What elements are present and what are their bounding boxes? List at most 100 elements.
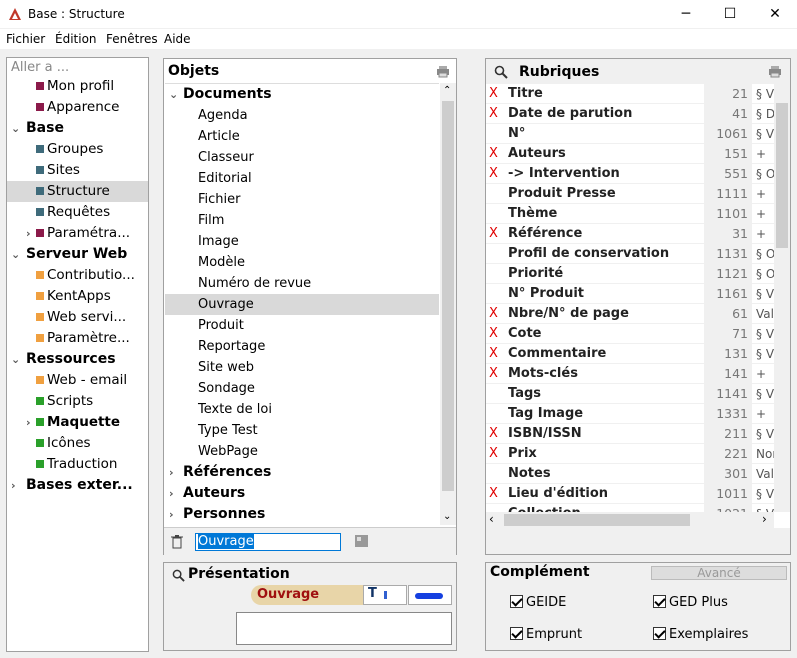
- trash-icon[interactable]: [171, 535, 183, 549]
- nav-item[interactable]: ⌄ Ressources: [7, 349, 148, 370]
- rubrique-row[interactable]: Tags 1141 § V: [486, 384, 774, 404]
- menu-fichier[interactable]: Fichier: [6, 32, 45, 46]
- object-name-field[interactable]: Ouvrage: [195, 533, 341, 551]
- nav-search-input[interactable]: Aller a ...: [9, 59, 146, 77]
- rubrique-row[interactable]: X Mots-clés 141 +: [486, 364, 774, 384]
- chevron-right-icon[interactable]: ›: [26, 412, 31, 433]
- objet-item[interactable]: Modèle: [165, 252, 439, 273]
- search-icon[interactable]: [494, 65, 508, 79]
- rubrique-row[interactable]: X Date de parution 41 § D: [486, 104, 774, 124]
- nav-item[interactable]: Apparence: [7, 97, 148, 118]
- objet-item[interactable]: Sondage: [165, 378, 439, 399]
- objet-item[interactable]: Numéro de revue: [165, 273, 439, 294]
- scroll-thumb[interactable]: [442, 101, 454, 491]
- nav-item[interactable]: Mon profil: [7, 76, 148, 97]
- scroll-thumb[interactable]: [504, 514, 690, 526]
- rubrique-row[interactable]: X Commentaire 131 § V: [486, 344, 774, 364]
- nav-item[interactable]: Traduction: [7, 454, 148, 475]
- rubrique-row[interactable]: X Référence 31 +: [486, 224, 774, 244]
- rubrique-row[interactable]: Profil de conservation 1131 § O: [486, 244, 774, 264]
- text-format-button[interactable]: T: [363, 585, 407, 605]
- presentation-preview-box[interactable]: [236, 612, 452, 645]
- chevron-right-icon[interactable]: ›: [169, 483, 174, 504]
- objet-item[interactable]: Texte de loi: [165, 399, 439, 420]
- flag-icon[interactable]: [354, 534, 369, 548]
- chevron-down-icon[interactable]: ⌄: [11, 118, 20, 139]
- objet-item[interactable]: WebPage: [165, 441, 439, 462]
- emprunt-checkbox[interactable]: Emprunt: [510, 627, 582, 642]
- close-button[interactable]: ✕: [752, 0, 797, 28]
- rubrique-row[interactable]: Collection 1021 § V: [486, 504, 774, 512]
- objet-item[interactable]: › Personnes: [165, 504, 439, 525]
- rubrique-row[interactable]: Priorité 1121 § O: [486, 264, 774, 284]
- chevron-down-icon[interactable]: ⌄: [11, 244, 20, 265]
- objet-item[interactable]: Image: [165, 231, 439, 252]
- chevron-right-icon[interactable]: ›: [169, 504, 174, 525]
- objet-item[interactable]: Editorial: [165, 168, 439, 189]
- nav-item[interactable]: Icônes: [7, 433, 148, 454]
- objet-item[interactable]: › Références: [165, 462, 439, 483]
- geide-checkbox[interactable]: GEIDE: [510, 595, 566, 610]
- rubrique-row[interactable]: X Nbre/N° de page 61 Val: [486, 304, 774, 324]
- objet-item[interactable]: Produit: [165, 315, 439, 336]
- nav-item[interactable]: › Maquette: [7, 412, 148, 433]
- objet-item[interactable]: ⌄ Documents: [165, 84, 439, 105]
- nav-item[interactable]: Scripts: [7, 391, 148, 412]
- objet-item[interactable]: Film: [165, 210, 439, 231]
- rubrique-row[interactable]: X ISBN/ISSN 211 § V: [486, 424, 774, 444]
- nav-item[interactable]: Web servi...: [7, 307, 148, 328]
- print-icon[interactable]: [436, 65, 450, 78]
- color-button[interactable]: [408, 585, 452, 605]
- nav-item[interactable]: Contributio...: [7, 265, 148, 286]
- objet-item[interactable]: Fichier: [165, 189, 439, 210]
- nav-item[interactable]: KentApps: [7, 286, 148, 307]
- search-icon[interactable]: [172, 569, 185, 582]
- scroll-down-icon[interactable]: ⌄: [443, 511, 451, 522]
- chevron-down-icon[interactable]: ⌄: [11, 349, 20, 370]
- exemplaires-checkbox[interactable]: Exemplaires: [653, 627, 748, 642]
- objet-item[interactable]: Type Test: [165, 420, 439, 441]
- rubrique-row[interactable]: X -> Intervention 551 § O: [486, 164, 774, 184]
- advanced-button[interactable]: Avancé: [651, 566, 787, 580]
- rubrique-row[interactable]: X Titre 21 § V: [486, 84, 774, 104]
- menu-fenetres[interactable]: Fenêtres: [106, 32, 158, 46]
- print-icon[interactable]: [768, 65, 782, 78]
- objet-item[interactable]: Agenda: [165, 105, 439, 126]
- rubrique-row[interactable]: Produit Presse 1111 +: [486, 184, 774, 204]
- rubrique-row[interactable]: Tag Image 1331 +: [486, 404, 774, 424]
- objet-item[interactable]: Ouvrage: [165, 294, 439, 315]
- objet-item[interactable]: Article: [165, 126, 439, 147]
- objets-scrollbar[interactable]: ⌃ ⌄: [440, 83, 456, 525]
- nav-item[interactable]: Requêtes: [7, 202, 148, 223]
- objet-item[interactable]: Classeur: [165, 147, 439, 168]
- rubrique-row[interactable]: Notes 301 Val: [486, 464, 774, 484]
- rubrique-row[interactable]: X Cote 71 § V: [486, 324, 774, 344]
- nav-item[interactable]: ⌄ Base: [7, 118, 148, 139]
- scroll-right-icon[interactable]: ›: [762, 512, 767, 526]
- minimize-button[interactable]: ─: [663, 0, 709, 28]
- rubrique-row[interactable]: N° Produit 1161 § V: [486, 284, 774, 304]
- rubriques-hscrollbar[interactable]: ‹ ›: [486, 512, 774, 528]
- nav-item[interactable]: › Bases exter...: [7, 475, 148, 496]
- nav-item[interactable]: Web - email: [7, 370, 148, 391]
- rubriques-vscrollbar[interactable]: [774, 85, 790, 512]
- chevron-right-icon[interactable]: ›: [169, 462, 174, 483]
- scroll-thumb[interactable]: [776, 103, 788, 248]
- rubrique-row[interactable]: X Auteurs 151 +: [486, 144, 774, 164]
- menu-aide[interactable]: Aide: [164, 32, 191, 46]
- objet-item[interactable]: Reportage: [165, 336, 439, 357]
- menu-edition[interactable]: Édition: [55, 32, 97, 46]
- rubrique-row[interactable]: Thème 1101 +: [486, 204, 774, 224]
- objet-item[interactable]: Site web: [165, 357, 439, 378]
- rubrique-row[interactable]: N° 1061 § V: [486, 124, 774, 144]
- scroll-up-icon[interactable]: ⌃: [443, 85, 451, 96]
- nav-item[interactable]: Structure: [7, 181, 148, 202]
- nav-item[interactable]: › Paramétra...: [7, 223, 148, 244]
- maximize-button[interactable]: ☐: [707, 0, 753, 28]
- nav-item[interactable]: Paramètre...: [7, 328, 148, 349]
- scroll-left-icon[interactable]: ‹: [489, 512, 494, 526]
- chevron-right-icon[interactable]: ›: [26, 223, 31, 244]
- rubrique-row[interactable]: X Prix 221 Nor: [486, 444, 774, 464]
- nav-item[interactable]: Sites: [7, 160, 148, 181]
- chevron-down-icon[interactable]: ⌄: [169, 84, 178, 105]
